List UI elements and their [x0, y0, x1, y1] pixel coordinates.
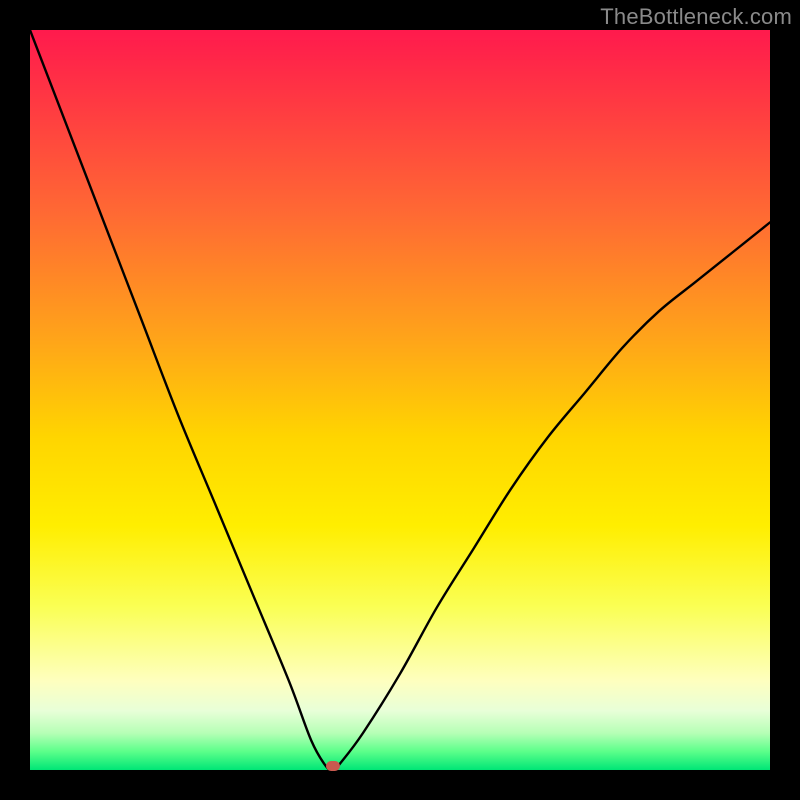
bottleneck-curve [30, 30, 770, 770]
watermark-text: TheBottleneck.com [600, 4, 792, 30]
plot-area [30, 30, 770, 770]
chart-frame: TheBottleneck.com [0, 0, 800, 800]
